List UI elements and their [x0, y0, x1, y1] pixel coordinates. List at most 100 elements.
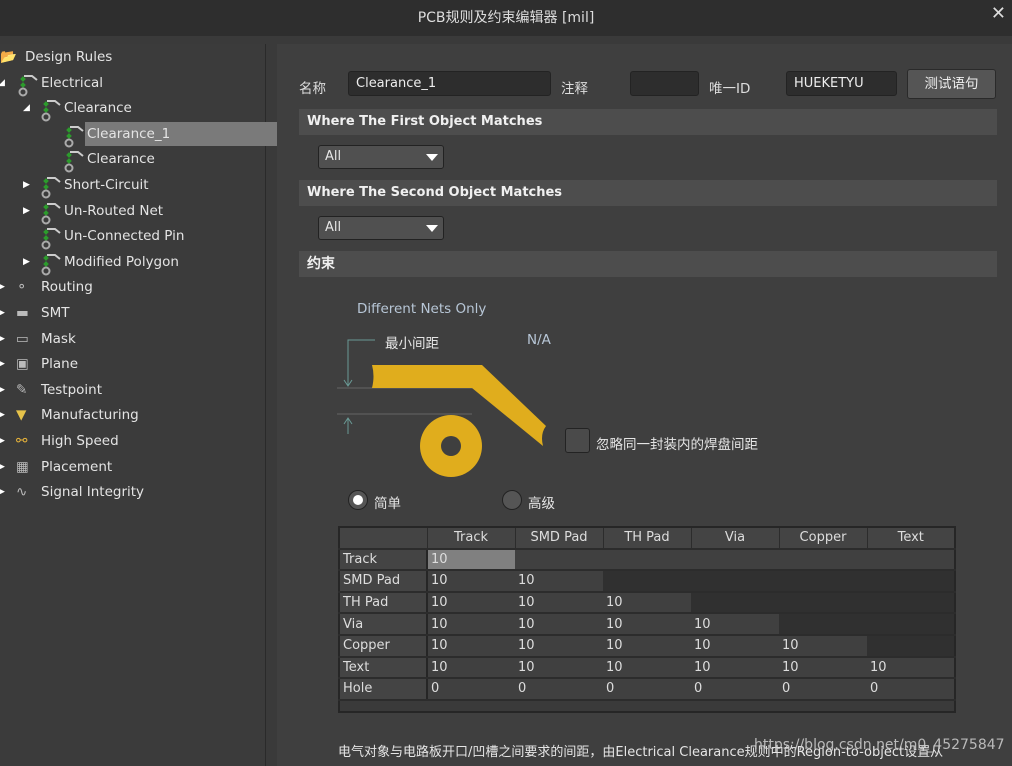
routing-icon: ⚬: [16, 279, 28, 296]
row-header: SMD Pad: [339, 570, 428, 593]
tree-item[interactable]: Clearance: [0, 147, 265, 173]
watermark: https://blog.csdn.net/m0_45275847: [754, 737, 1005, 753]
matrix-cell[interactable]: 10: [603, 591, 691, 615]
matrix-cell[interactable]: 10: [515, 656, 603, 680]
tree-item[interactable]: ▶ ▭ Mask: [0, 327, 265, 351]
matrix-cell[interactable]: 10: [427, 656, 515, 680]
second-object-value: All: [325, 220, 342, 235]
plane-icon: ▣: [16, 356, 29, 373]
matrix-cell[interactable]: 0: [427, 678, 515, 701]
rule-icon: [16, 73, 38, 97]
folder-rules-icon: 📂: [0, 49, 17, 65]
comment-input[interactable]: [630, 71, 699, 96]
title-bar: PCB规则及约束编辑器 [mil] ✕: [0, 0, 1012, 36]
tree-item[interactable]: 📂 Design Rules: [0, 45, 265, 69]
tree-item[interactable]: ▶ ▬ SMT: [0, 301, 265, 325]
first-object-select[interactable]: All: [318, 145, 444, 169]
matrix-cell: [779, 591, 867, 615]
matrix-cell: [691, 548, 779, 572]
tree-item[interactable]: Clearance_1: [0, 121, 371, 148]
matrix-cell[interactable]: 10: [691, 634, 779, 658]
window-title: PCB规则及约束编辑器 [mil]: [417, 10, 595, 26]
matrix-cell[interactable]: 10: [779, 656, 867, 680]
simple-mode-label: 简单: [374, 496, 401, 512]
tree-item-label: Design Rules: [25, 49, 113, 65]
matrix-cell[interactable]: 10: [603, 656, 691, 680]
tree-item[interactable]: ▶ ▣ Plane: [0, 352, 265, 376]
matrix-cell[interactable]: 10: [427, 570, 515, 593]
matrix-cell[interactable]: 10: [515, 634, 603, 658]
column-header: Track: [427, 527, 516, 550]
matrix-cell[interactable]: 0: [515, 678, 603, 701]
expand-icon[interactable]: ▶: [0, 455, 8, 479]
matrix-cell[interactable]: 10: [779, 634, 867, 658]
expand-icon[interactable]: ▶: [0, 327, 8, 351]
second-object-select[interactable]: All: [318, 216, 444, 240]
matrix-cell: [779, 570, 867, 593]
advanced-mode-radio[interactable]: [502, 490, 522, 510]
matrix-row: Via 10 10 10 10: [339, 613, 955, 636]
unique-id-input[interactable]: HUEKETYU: [786, 71, 897, 96]
matrix-cell[interactable]: 10: [867, 656, 955, 680]
dimension-line: [347, 339, 375, 385]
tree-item[interactable]: ▶ Short-Circuit: [0, 173, 265, 199]
expand-icon[interactable]: ▶: [0, 403, 8, 427]
matrix-footer: [339, 699, 955, 712]
tree-item[interactable]: Un-Connected Pin: [0, 224, 265, 250]
matrix-cell[interactable]: 10: [427, 634, 515, 658]
column-header: Via: [691, 527, 780, 550]
tree-item[interactable]: ▶ ∿ Signal Integrity: [0, 480, 265, 504]
tree-item[interactable]: ▶ ▦ Placement: [0, 455, 265, 479]
clearance-diagram: [337, 339, 546, 477]
tree-item[interactable]: ▶ ⚬ Routing: [0, 275, 265, 299]
matrix-cell[interactable]: 0: [691, 678, 779, 701]
expand-icon[interactable]: ▶: [0, 378, 8, 402]
row-header: Copper: [339, 634, 428, 658]
expand-icon[interactable]: ▶: [0, 352, 8, 376]
tree-item[interactable]: ▶ ⚯ High Speed: [0, 429, 265, 453]
matrix-cell[interactable]: 0: [867, 678, 955, 701]
rule-icon: [62, 149, 84, 173]
expand-icon[interactable]: ▶: [0, 301, 8, 325]
tree-item[interactable]: ▶ ▼ Manufacturing: [0, 403, 265, 427]
rule-tree[interactable]: 📂 Design Rules ◢ Electrical ◢ Clearance Cleara…: [0, 44, 371, 766]
tree-item-label: Electrical: [41, 74, 104, 91]
net-scope-label[interactable]: Different Nets Only: [357, 301, 486, 317]
unique-id-label: 唯一ID: [709, 81, 751, 97]
expand-icon[interactable]: ▶: [0, 275, 8, 299]
matrix-row: Text 10 10 10 10 10 10: [339, 656, 955, 680]
matrix-cell[interactable]: 10: [691, 656, 779, 680]
collapse-icon[interactable]: ◢: [23, 96, 33, 120]
matrix-cell[interactable]: 10: [603, 634, 691, 658]
matrix-cell: [867, 591, 955, 615]
ignore-pads-checkbox[interactable]: [565, 428, 590, 453]
tree-item-label: Placement: [41, 458, 113, 475]
matrix-cell[interactable]: 10: [515, 613, 603, 636]
matrix-cell[interactable]: 10: [427, 548, 515, 572]
expand-icon[interactable]: ▶: [23, 199, 33, 223]
expand-icon[interactable]: ▶: [23, 173, 33, 197]
tree-item[interactable]: ▶ Modified Polygon: [0, 250, 265, 276]
tree-item[interactable]: ▶ Un-Routed Net: [0, 199, 265, 225]
tree-item[interactable]: ◢ Electrical: [0, 71, 265, 97]
tree-item[interactable]: ▶ ✎ Testpoint: [0, 378, 265, 402]
expand-icon[interactable]: ▶: [0, 429, 8, 453]
matrix-cell[interactable]: 0: [603, 678, 691, 701]
matrix-cell[interactable]: 0: [779, 678, 867, 701]
matrix-cell[interactable]: 10: [515, 591, 603, 615]
collapse-icon[interactable]: ◢: [0, 71, 8, 95]
matrix-cell[interactable]: 10: [691, 613, 779, 636]
expand-icon[interactable]: ▶: [23, 250, 33, 274]
close-icon[interactable]: ✕: [991, 0, 1006, 28]
column-header: Text: [867, 527, 956, 550]
test-query-button[interactable]: 测试语句: [907, 69, 996, 99]
rule-icon: [62, 124, 84, 148]
matrix-cell[interactable]: 10: [515, 570, 603, 593]
matrix-cell[interactable]: 10: [603, 613, 691, 636]
expand-icon[interactable]: ▶: [0, 480, 8, 504]
matrix-cell[interactable]: 10: [427, 591, 515, 615]
matrix-cell[interactable]: 10: [427, 613, 515, 636]
simple-mode-radio[interactable]: [348, 490, 368, 510]
tree-item[interactable]: ◢ Clearance: [0, 96, 265, 122]
name-input[interactable]: Clearance_1: [348, 71, 551, 96]
